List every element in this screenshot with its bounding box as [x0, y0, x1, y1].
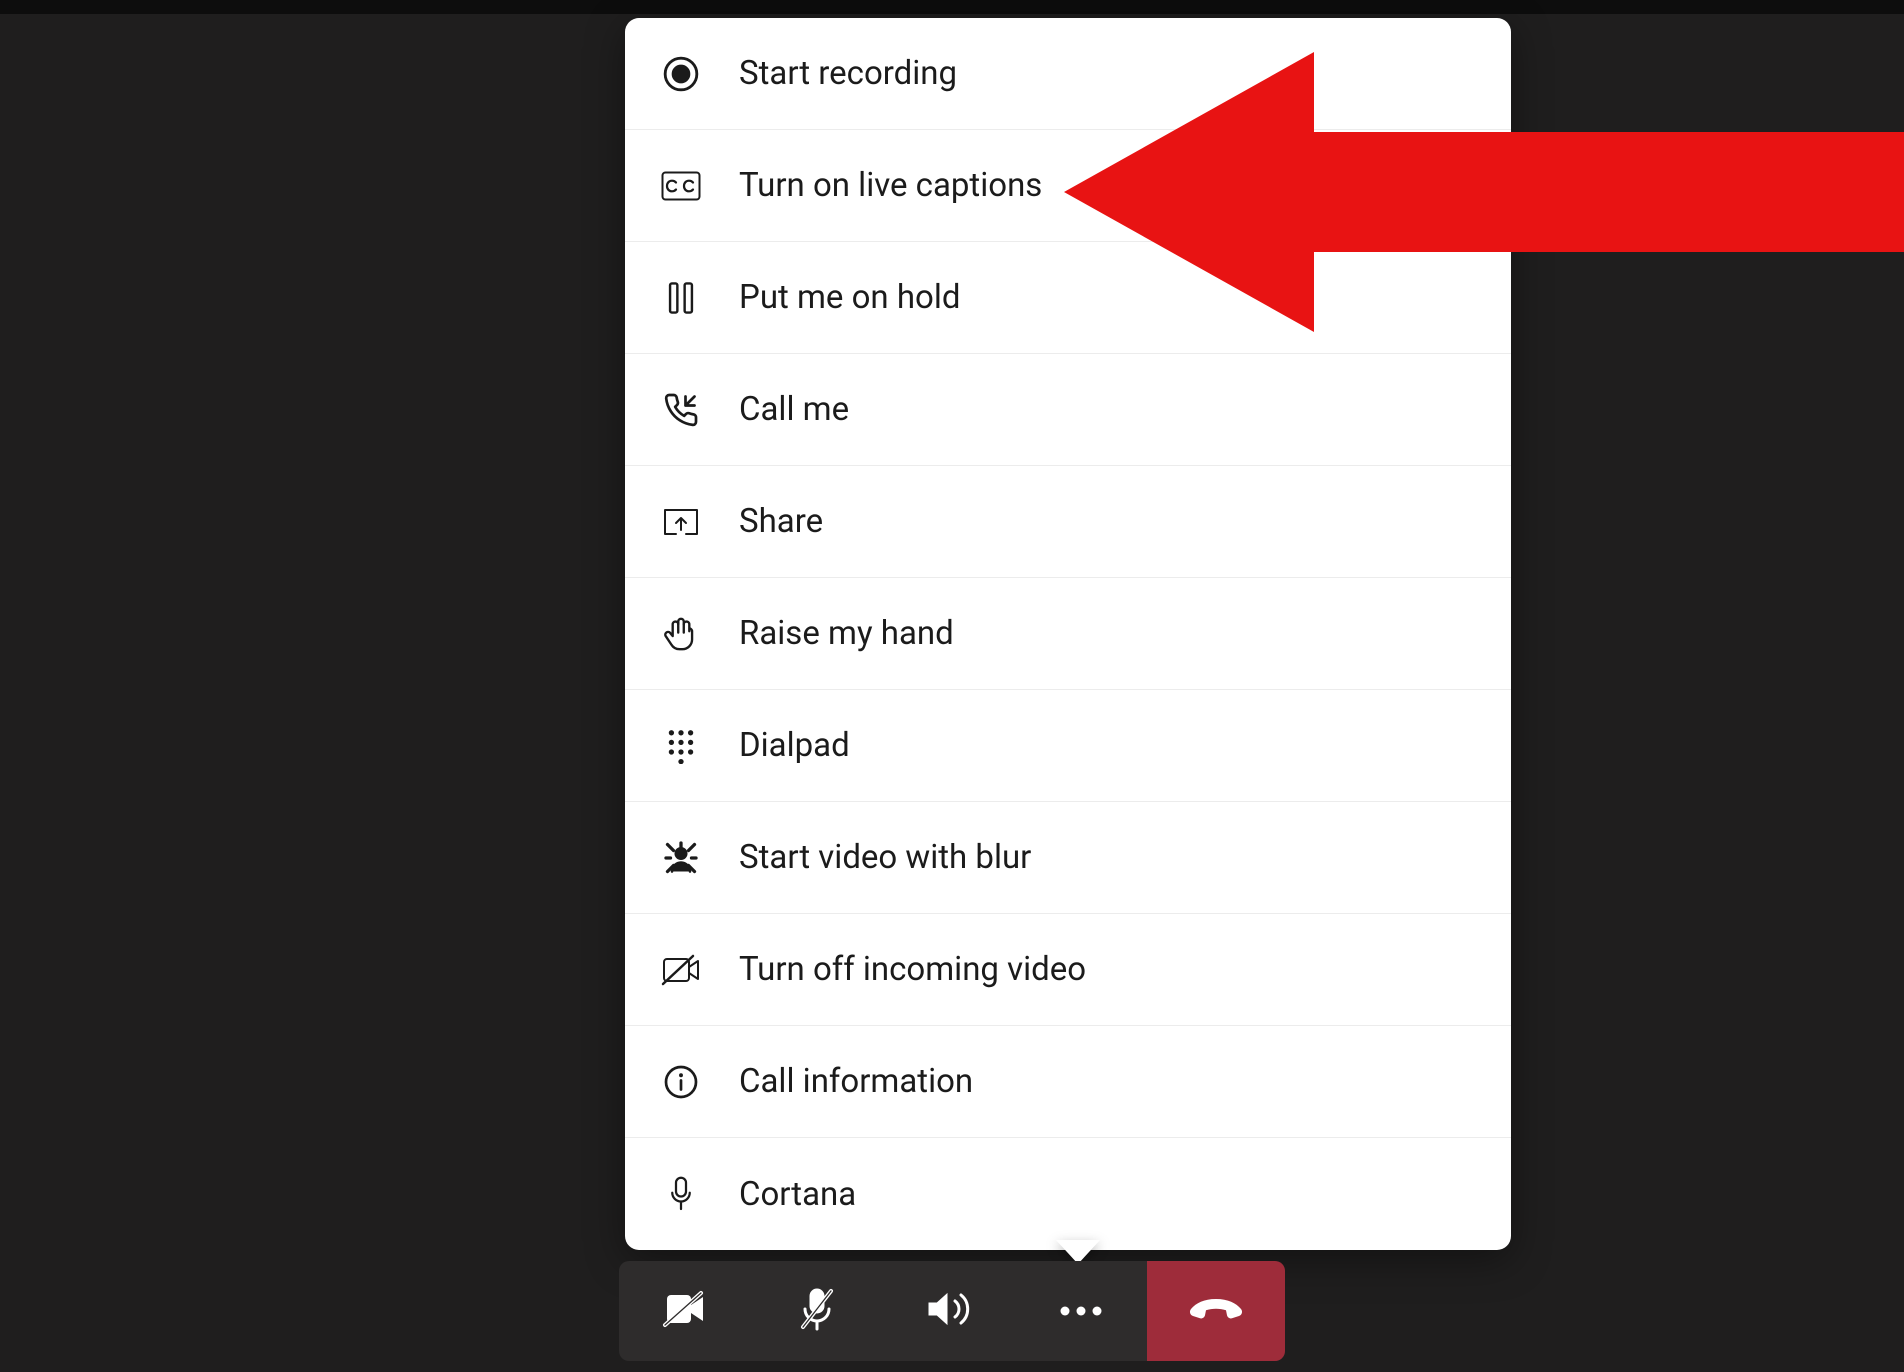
call-in-icon: [657, 392, 705, 428]
menu-item-label: Start recording: [739, 54, 957, 93]
info-icon: [657, 1064, 705, 1100]
menu-item-label: Start video with blur: [739, 838, 1031, 877]
menu-item-cortana[interactable]: Cortana: [625, 1138, 1511, 1250]
menu-item-label: Share: [739, 502, 823, 541]
hand-icon: [657, 616, 705, 652]
mic-off-button[interactable]: [751, 1261, 883, 1361]
menu-item-call-me[interactable]: Call me: [625, 354, 1511, 466]
speaker-button[interactable]: [883, 1261, 1015, 1361]
menu-item-video-blur[interactable]: Start video with blur: [625, 802, 1511, 914]
menu-item-start-recording[interactable]: Start recording: [625, 18, 1511, 130]
menu-item-label: Dialpad: [739, 726, 850, 765]
menu-item-label: Cortana: [739, 1175, 856, 1214]
menu-item-hold[interactable]: Put me on hold: [625, 242, 1511, 354]
record-icon: [657, 55, 705, 93]
menu-item-label: Turn off incoming video: [739, 950, 1086, 989]
menu-item-label: Turn on live captions: [739, 166, 1042, 205]
pause-icon: [657, 281, 705, 315]
blur-icon: [657, 840, 705, 876]
hangup-button[interactable]: [1147, 1261, 1285, 1361]
camera-off-icon: [661, 1289, 709, 1333]
speaker-icon: [925, 1289, 973, 1333]
video-off-icon: [657, 954, 705, 986]
call-toolbar: [619, 1261, 1285, 1361]
menu-item-label: Put me on hold: [739, 278, 960, 317]
menu-item-label: Call me: [739, 390, 849, 429]
menu-item-live-captions[interactable]: Turn on live captions: [625, 130, 1511, 242]
camera-off-button[interactable]: [619, 1261, 751, 1361]
more-button[interactable]: [1015, 1261, 1147, 1361]
top-bar: [0, 0, 1904, 14]
menu-item-label: Raise my hand: [739, 614, 954, 653]
dialpad-icon: [657, 728, 705, 764]
more-icon: [1059, 1302, 1103, 1321]
share-screen-icon: [657, 506, 705, 538]
menu-item-incoming-video-off[interactable]: Turn off incoming video: [625, 914, 1511, 1026]
menu-item-dialpad[interactable]: Dialpad: [625, 690, 1511, 802]
hangup-icon: [1188, 1295, 1244, 1327]
mic-off-icon: [797, 1285, 837, 1337]
menu-item-call-info[interactable]: Call information: [625, 1026, 1511, 1138]
menu-item-share[interactable]: Share: [625, 466, 1511, 578]
more-actions-menu: Start recording Turn on live captions Pu…: [625, 18, 1511, 1250]
menu-item-label: Call information: [739, 1062, 973, 1101]
menu-item-raise-hand[interactable]: Raise my hand: [625, 578, 1511, 690]
cc-icon: [657, 171, 705, 201]
mic-icon: [657, 1175, 705, 1213]
